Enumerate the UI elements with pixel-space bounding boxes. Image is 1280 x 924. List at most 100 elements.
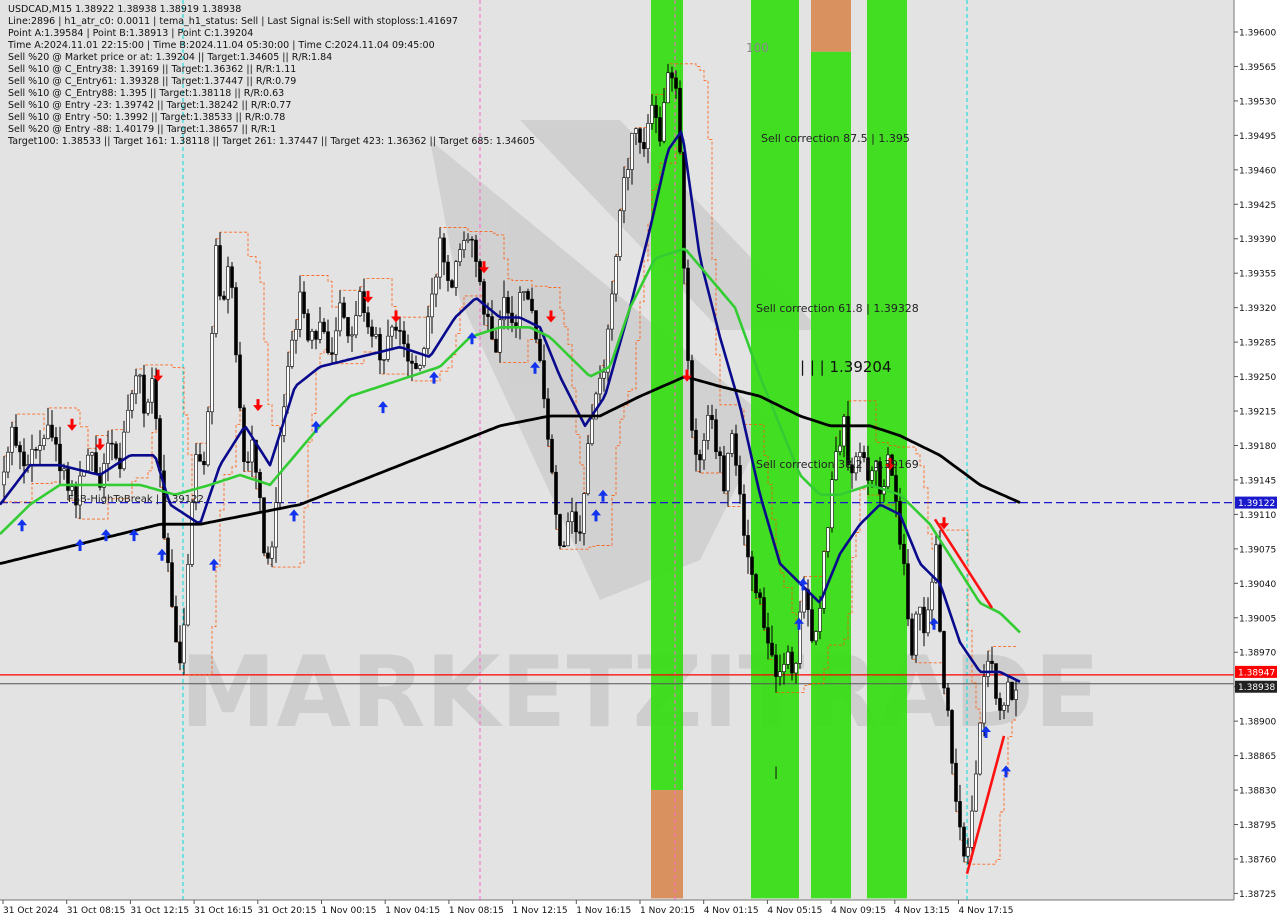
candle-body	[802, 589, 806, 613]
candle-body	[954, 762, 958, 802]
price-tick-label: 1.38760	[1239, 855, 1276, 865]
time-tick-label: 31 Oct 08:15	[67, 906, 126, 916]
candle-body	[438, 237, 442, 278]
watermark-text: MARKETZITRADE	[180, 636, 1100, 750]
tick-mark-label: |	[774, 765, 778, 779]
candle-body	[906, 563, 910, 620]
candle-body	[546, 398, 550, 440]
info-line: Point A:1.39584 | Point B:1.38913 | Poin…	[8, 28, 254, 39]
candle-body	[94, 452, 98, 474]
candle-body	[586, 443, 590, 494]
candle-body	[138, 374, 142, 377]
price-tick-label: 1.38865	[1239, 752, 1276, 762]
candle-body	[714, 419, 718, 453]
candle-body	[622, 177, 626, 212]
candle-body	[562, 545, 566, 548]
time-tick-label: 1 Nov 00:15	[322, 906, 377, 916]
price-tick-label: 1.39285	[1239, 339, 1276, 349]
price-tick-label: 1.39565	[1239, 63, 1276, 73]
candle-body	[38, 445, 42, 451]
info-line: Sell %20 @ Market price or at: 1.39204 |…	[8, 52, 333, 63]
candle-body	[370, 326, 374, 337]
candle-body	[238, 354, 242, 409]
candle-body	[910, 618, 914, 656]
candle-body	[526, 291, 530, 300]
candle-body	[974, 773, 978, 812]
price-tick-label: 1.38970	[1239, 649, 1276, 659]
candle-body	[830, 479, 834, 529]
candle-body	[394, 326, 398, 331]
candle-body	[858, 452, 862, 458]
candle-body	[18, 445, 22, 453]
candle-body	[338, 302, 342, 332]
candle-body	[998, 698, 1002, 711]
candle-body	[134, 375, 138, 395]
candle-body	[482, 281, 486, 315]
candle-body	[114, 443, 118, 459]
sell-correction-61-label: Sell correction 61.8 | 1.39328	[756, 302, 919, 315]
candle-body	[538, 338, 542, 361]
candle-body	[690, 360, 694, 431]
candle-body	[454, 261, 458, 288]
candle-body	[726, 453, 730, 492]
price-tick-label: 1.39180	[1239, 442, 1276, 452]
candle-body	[590, 418, 594, 445]
candle-body	[554, 471, 558, 515]
candle-body	[610, 293, 614, 330]
candle-body	[214, 245, 218, 334]
candle-body	[350, 334, 354, 337]
candle-body	[90, 452, 94, 456]
candle-body	[130, 393, 134, 411]
candle-body	[126, 409, 130, 433]
candle-body	[602, 371, 606, 379]
candle-body	[210, 333, 214, 413]
candle-body	[638, 128, 642, 143]
candle-body	[342, 302, 346, 318]
green-zone	[811, 51, 851, 899]
candle-body	[106, 442, 110, 464]
candle-body	[478, 261, 482, 282]
candle-body	[670, 72, 674, 79]
info-line: Sell %10 @ C_Entry61: 1.39328 || Target:…	[8, 76, 297, 87]
price-tick-label: 1.39495	[1239, 132, 1276, 142]
candle-body	[914, 613, 918, 656]
candle-body	[22, 451, 26, 467]
candle-body	[2, 471, 6, 486]
candle-body	[662, 102, 666, 142]
price-tick-label: 1.39355	[1239, 270, 1276, 280]
candle-body	[490, 316, 494, 340]
candle-body	[706, 415, 710, 441]
candle-body	[654, 104, 658, 118]
price-tick-label: 1.39040	[1239, 580, 1276, 590]
label-100: 100	[746, 41, 769, 55]
candle-body	[62, 468, 66, 472]
price-tick-label: 1.39390	[1239, 235, 1276, 245]
candle-body	[994, 663, 998, 699]
candle-body	[574, 511, 578, 533]
candle-body	[486, 313, 490, 317]
candle-body	[6, 451, 10, 473]
candle-body	[922, 606, 926, 634]
candle-body	[330, 352, 334, 355]
candle-body	[190, 502, 194, 565]
time-tick-label: 31 Oct 12:15	[130, 906, 189, 916]
candle-body	[426, 316, 430, 349]
candle-body	[430, 293, 434, 318]
chart-root: MARKETZITRADE 100 Sell correction 87.5 |…	[0, 0, 1280, 920]
candle-body	[870, 470, 874, 481]
candle-body	[550, 438, 554, 473]
candle-body	[86, 454, 90, 471]
candle-body	[406, 343, 410, 362]
candle-body	[14, 426, 18, 446]
candle-body	[842, 416, 846, 447]
candle-body	[354, 315, 358, 336]
time-tick-label: 1 Nov 12:15	[513, 906, 568, 916]
candle-body	[46, 424, 50, 439]
candle-body	[422, 348, 426, 366]
candle-body	[158, 418, 162, 472]
candle-body	[498, 319, 502, 353]
candle-body	[154, 378, 158, 419]
time-tick-label: 1 Nov 04:15	[385, 906, 440, 916]
price-tick-label: 1.39530	[1239, 97, 1276, 107]
candle-body	[442, 237, 446, 263]
